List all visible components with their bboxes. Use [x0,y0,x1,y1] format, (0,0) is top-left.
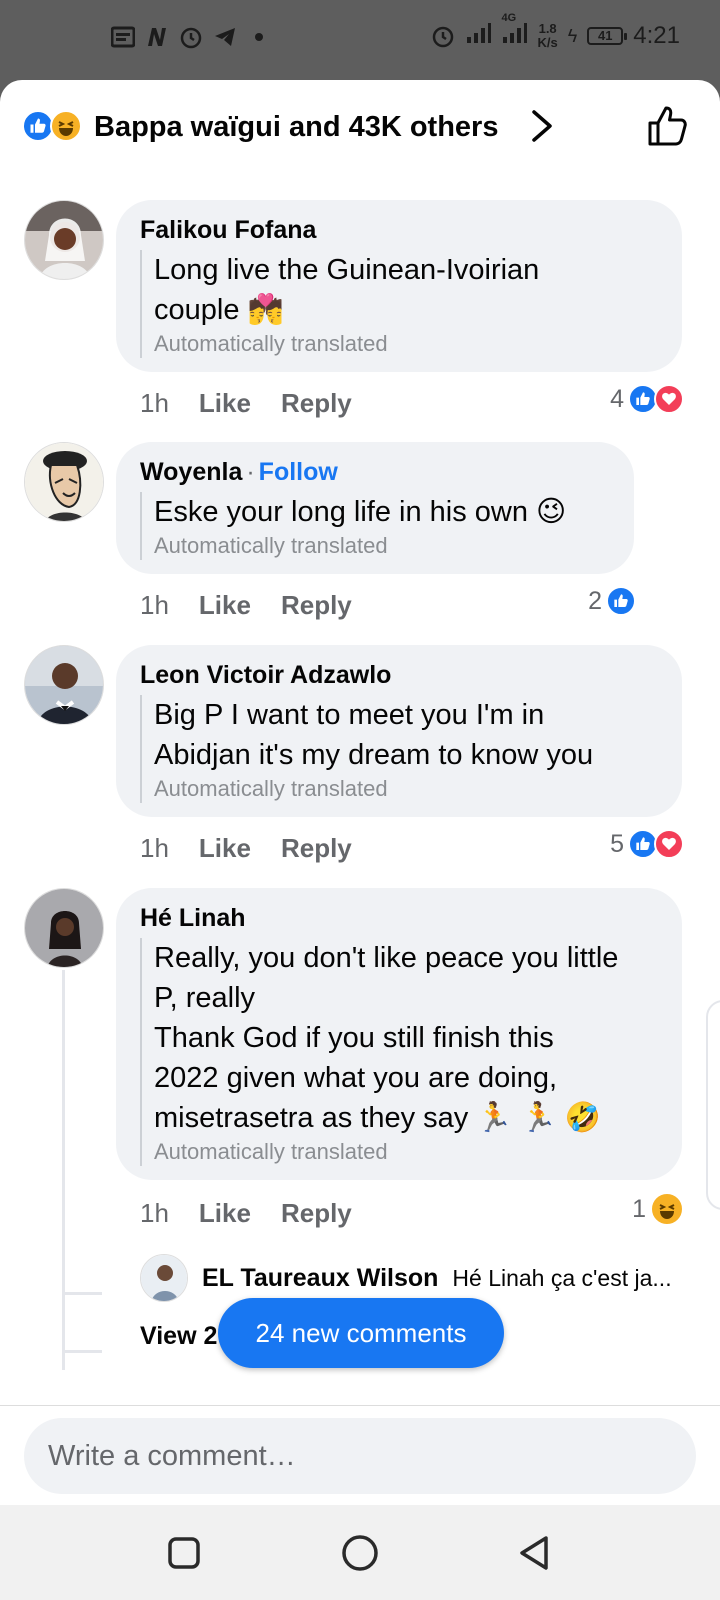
status-left-icons [110,24,272,50]
new-comments-pill[interactable]: 24 new comments [218,1298,504,1368]
reaction-count: 2 [588,586,602,615]
comment-actions: 1h Like Reply [140,1198,352,1229]
comment-text: Big P I want to meet you I'm in Abidjan … [154,699,594,771]
reaction-icons [22,110,82,142]
reactions-summary-text: Bappa waïgui and 43K others [94,111,499,143]
translated-block: Really, you don't like peace you little … [140,938,658,1166]
comment-author[interactable]: Woyenla [140,458,242,486]
comment-author[interactable]: Leon Victoir Adzawlo [140,659,658,691]
comment-reactions[interactable]: 2 [588,586,636,616]
like-reaction-icon [606,586,636,616]
network-speed-unit: K/s [537,35,558,50]
reaction-count: 1 [632,1194,646,1223]
comment-time: 1h [140,388,169,418]
telegram-icon [212,24,238,50]
like-button[interactable]: Like [199,590,251,621]
alarm-icon [178,24,204,50]
comment-reactions[interactable]: 1 [632,1192,684,1226]
side-handle [706,1000,720,1210]
back-button[interactable] [514,1533,554,1573]
view-more-replies[interactable]: View 2 [140,1322,217,1351]
reply-button[interactable]: Reply [281,388,352,419]
reply-button[interactable]: Reply [281,833,352,864]
comment-bubble[interactable]: Falikou Fofana Long live the Guinean-Ivo… [116,200,682,372]
reaction-count: 5 [610,829,624,858]
n-app-icon [144,24,170,50]
recent-apps-button[interactable] [164,1533,204,1573]
comment-composer-bar: Write a comment… [0,1405,720,1505]
reply-button[interactable]: Reply [281,590,352,621]
follow-button[interactable]: Follow [259,458,338,486]
translated-label[interactable]: Automatically translated [154,1138,658,1166]
comment-author[interactable]: Falikou Fofana [140,214,658,246]
comment-text: Really, you don't like peace you little … [154,942,619,1134]
avatar[interactable] [24,888,104,968]
reply-preview[interactable]: EL Taureaux Wilson Hé Linah ça c'est ja.… [140,1254,672,1302]
chevron-right-icon[interactable] [528,108,556,144]
thread-branch [62,1350,102,1353]
thread-branch [62,1292,102,1295]
avatar[interactable] [140,1254,188,1302]
comment-reactions[interactable]: 5 [610,829,684,859]
like-button[interactable]: Like [199,1198,251,1229]
haha-reaction-icon [50,110,82,142]
avatar[interactable] [24,442,104,522]
translated-block: Long live the Guinean-Ivoirian couple 💏 … [140,250,658,358]
translated-label[interactable]: Automatically translated [154,775,658,803]
home-button[interactable] [340,1533,380,1573]
alarm-icon [430,23,456,49]
like-post-button[interactable] [646,104,690,148]
comment-time: 1h [140,833,169,863]
avatar[interactable] [24,645,104,725]
network-type: 4G [501,12,517,24]
like-button[interactable]: Like [199,388,251,419]
notification-list-icon [110,24,136,50]
comment-bubble[interactable]: Woyenla · Follow Eske your long life in hi… [116,442,634,574]
like-button[interactable]: Like [199,833,251,864]
reply-snippet: Hé Linah ça c'est ja... [452,1264,672,1291]
comment-actions: 1h Like Reply [140,388,352,419]
translated-label[interactable]: Automatically translated [154,532,610,560]
comment-bubble[interactable]: Leon Victoir Adzawlo Big P I want to mee… [116,645,682,817]
love-reaction-icon [654,829,684,859]
comments-sheet: Bappa waïgui and 43K others Falikou Fofa… [0,80,720,1505]
status-bar: 4G 1.8 K/s ϟ 41 4:21 [0,0,720,80]
comment-author-line: Woyenla · Follow [140,456,610,488]
dot-icon [246,24,272,50]
translated-label[interactable]: Automatically translated [154,330,658,358]
haha-reaction-icon [650,1192,684,1226]
comment-time: 1h [140,1198,169,1228]
mobile-data-indicator: 4G [502,12,528,50]
battery-level: 41 [587,27,628,45]
comment-author[interactable]: Hé Linah [140,902,658,934]
network-speed-value: 1.8 [538,21,557,36]
love-reaction-icon [654,384,684,414]
comment-time: 1h [140,590,169,620]
reply-author[interactable]: EL Taureaux Wilson [202,1264,438,1293]
system-nav-bar [0,1505,720,1600]
translated-block: Big P I want to meet you I'm in Abidjan … [140,695,658,803]
clock: 4:21 [633,22,680,49]
comment-text: Long live the Guinean-Ivoirian couple 💏 [154,254,540,326]
thread-line [62,970,65,1370]
network-speed: 1.8 K/s [538,22,558,50]
comment-actions: 1h Like Reply [140,833,352,864]
reaction-count: 4 [610,384,624,413]
charging-icon: ϟ [567,25,578,46]
reply-button[interactable]: Reply [281,1198,352,1229]
separator-dot: · [246,458,255,486]
comment-input[interactable]: Write a comment… [24,1418,696,1494]
comment-bubble[interactable]: Hé Linah Really, you don't like peace yo… [116,888,682,1180]
comment-reactions[interactable]: 4 [610,384,684,414]
signal-icon [466,22,492,50]
translated-block: Eske your long life in his own 😉 Automat… [140,492,610,560]
avatar[interactable] [24,200,104,280]
comment-actions: 1h Like Reply [140,590,352,621]
reactions-summary-header[interactable]: Bappa waïgui and 43K others [0,80,720,180]
comment-text: Eske your long life in his own 😉 [154,496,567,528]
status-right: 4G 1.8 K/s ϟ 41 4:21 [430,12,680,50]
